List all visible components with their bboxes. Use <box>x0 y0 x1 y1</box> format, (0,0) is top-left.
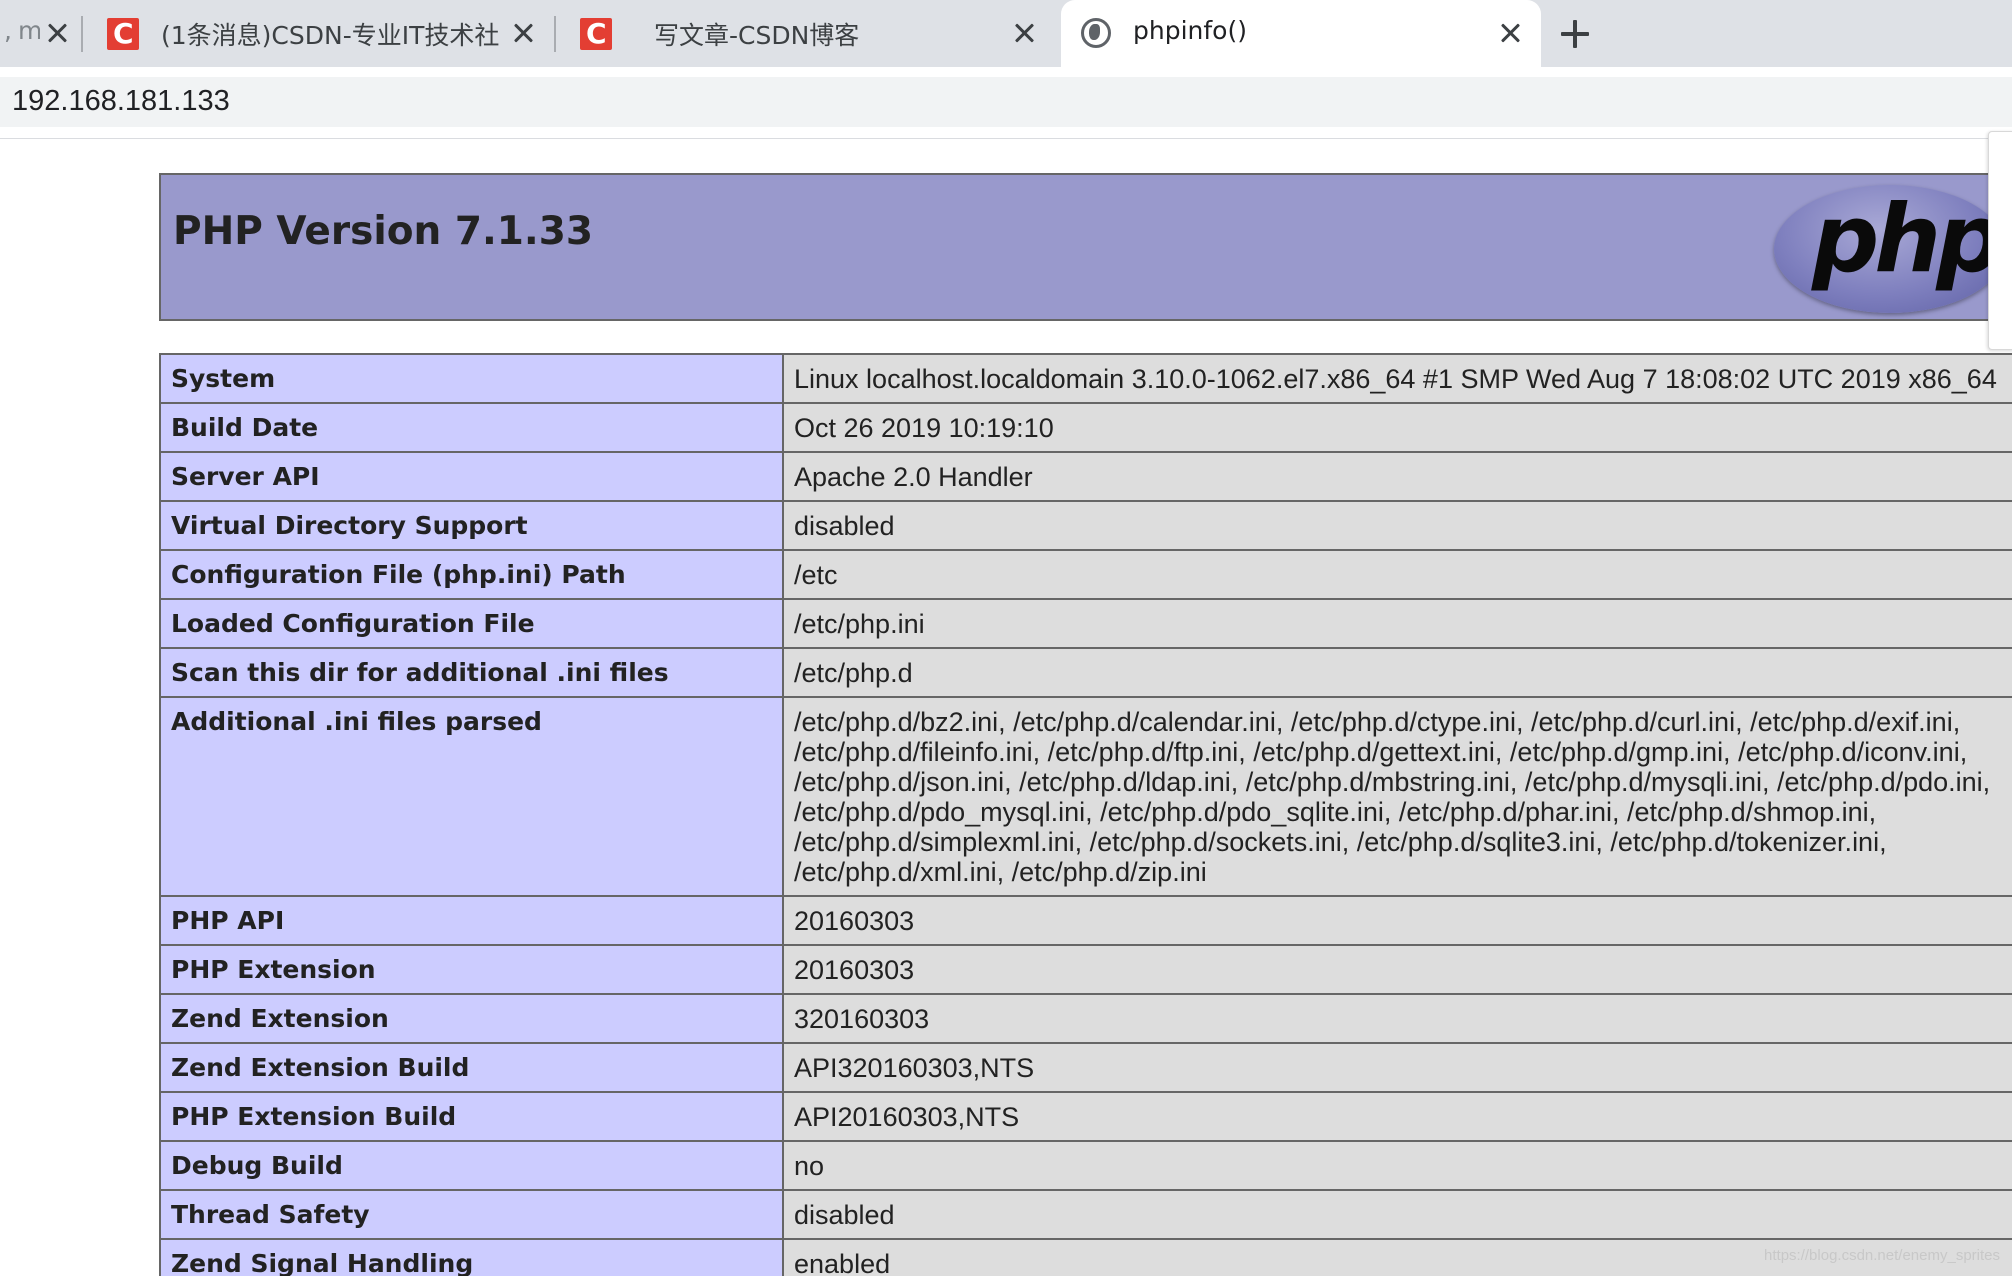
row-value: API320160303,NTS <box>782 1042 2012 1093</box>
plus-icon[interactable] <box>1555 14 1595 54</box>
row-value: Oct 26 2019 10:19:10 <box>782 402 2012 453</box>
row-value: /etc/php.d/bz2.ini, /etc/php.d/calendar.… <box>782 696 2012 897</box>
row-value-line: 20160303 <box>794 955 915 985</box>
info-table: System Linux localhost.localdomain 3.10.0… <box>159 353 2012 1276</box>
row-value: disabled <box>782 500 2012 551</box>
row-key: Additional .ini files parsed <box>159 696 784 897</box>
info-table-body: System Linux localhost.localdomain 3.10.0… <box>159 353 2012 1276</box>
row-key: Server API <box>159 451 784 502</box>
row-key: Virtual Directory Support <box>159 500 784 551</box>
page-title: PHP Version 7.1.33 <box>173 209 594 254</box>
table-row: Zend Extension Build API320160303,NTS <box>159 1042 2012 1093</box>
close-icon[interactable] <box>510 20 536 46</box>
row-value-line: /etc/php.d/json.ini, /etc/php.d/ldap.ini… <box>794 767 1991 797</box>
row-key: Zend Extension Build <box>159 1042 784 1093</box>
row-key: Zend Signal Handling <box>159 1238 784 1276</box>
row-value-line: 20160303 <box>794 906 915 936</box>
row-value-line: disabled <box>794 1200 895 1230</box>
csdn-icon <box>580 17 612 50</box>
table-row: System Linux localhost.localdomain 3.10.0… <box>159 353 2012 404</box>
table-row: Build Date Oct 26 2019 10:19:10 <box>159 402 2012 453</box>
php-logo-text: php <box>1812 185 2003 294</box>
tab-title: phpinfo() <box>1133 16 1247 45</box>
row-value: 20160303 <box>782 895 2012 946</box>
tab-truncated[interactable]: , ma <box>0 0 83 67</box>
watermark: https://blog.csdn.net/enemy_sprites <box>1764 1247 2000 1264</box>
row-value-line: /etc/php.d/bz2.ini, /etc/php.d/calendar.… <box>794 707 1961 737</box>
table-row: Debug Build no <box>159 1140 2012 1191</box>
row-key: Thread Safety <box>159 1189 784 1240</box>
row-key: PHP API <box>159 895 784 946</box>
toolbar: 192.168.181.133 <box>0 67 2012 134</box>
row-value: /etc/php.d <box>782 647 2012 698</box>
tab-phpinfo[interactable]: phpinfo() <box>1061 0 1541 67</box>
row-key: PHP Extension <box>159 944 784 995</box>
row-value-line: /etc/php.d/xml.ini, /etc/php.d/zip.ini <box>794 857 1207 887</box>
globe-icon <box>1081 18 1111 48</box>
row-value: Apache 2.0 Handler <box>782 451 2012 502</box>
table-row: Zend Signal Handling enabled <box>159 1238 2012 1276</box>
row-key: Zend Extension <box>159 993 784 1044</box>
table-row: Zend Extension 320160303 <box>159 993 2012 1044</box>
address-url[interactable]: 192.168.181.133 <box>12 85 230 118</box>
row-value: 320160303 <box>782 993 2012 1044</box>
row-value: no <box>782 1140 2012 1191</box>
row-value: /etc/php.ini <box>782 598 2012 649</box>
close-icon[interactable] <box>1497 20 1523 46</box>
row-value-line: no <box>794 1151 825 1181</box>
table-row: Scan this dir for additional .ini files /… <box>159 647 2012 698</box>
row-value: 20160303 <box>782 944 2012 995</box>
tab-csdn-write[interactable]: 写文章-CSDN博客 <box>556 0 1061 67</box>
row-key: Debug Build <box>159 1140 784 1191</box>
table-row: Thread Safety disabled <box>159 1189 2012 1240</box>
row-value-line: disabled <box>794 511 895 541</box>
table-row: Server API Apache 2.0 Handler <box>159 451 2012 502</box>
row-value-line: /etc/php.d/fileinfo.ini, /etc/php.d/ftp.… <box>794 737 1968 767</box>
row-value-line: API20160303,NTS <box>794 1102 1020 1132</box>
row-value-line: /etc/php.d/simplexml.ini, /etc/php.d/soc… <box>794 827 1887 857</box>
address-bar[interactable]: 192.168.181.133 <box>0 77 2012 127</box>
row-value-line: /etc/php.ini <box>794 609 925 639</box>
table-row: Configuration File (php.ini) Path/etc <box>159 549 2012 600</box>
table-row: Virtual Directory Support disabled <box>159 500 2012 551</box>
row-value-line: API320160303,NTS <box>794 1053 1035 1083</box>
row-key: Scan this dir for additional .ini files <box>159 647 784 698</box>
table-row: PHP Extension Build API20160303,NTS <box>159 1091 2012 1142</box>
tab-title: ma <box>18 16 40 45</box>
tab-csdn-home[interactable]: (1条消息)CSDN-专业IT技术社区 <box>83 0 556 67</box>
table-row: PHP Extension 20160303 <box>159 944 2012 995</box>
row-value: disabled <box>782 1189 2012 1240</box>
row-value-line: Apache 2.0 Handler <box>794 462 1033 492</box>
close-icon[interactable] <box>1011 20 1037 46</box>
row-value-line: 320160303 <box>794 1004 930 1034</box>
row-value-line: /etc/php.d <box>794 658 913 688</box>
row-value-line: /etc/php.d/pdo_mysql.ini, /etc/php.d/pdo… <box>794 797 1877 827</box>
row-key: Configuration File (php.ini) Path <box>159 549 784 600</box>
row-value-line: Oct 26 2019 10:19:10 <box>794 413 1054 443</box>
php-logo[interactable]: php <box>1774 185 2006 313</box>
overlay-panel-edge <box>1988 131 2012 350</box>
php-version-header: PHP Version 7.1.33 php <box>159 173 2012 321</box>
close-icon[interactable] <box>44 20 70 46</box>
table-row: Loaded Configuration File/etc/php.ini <box>159 598 2012 649</box>
tab-strip: , ma (1条消息)CSDN-专业IT技术社区 写文章-CSDN博客 phpi… <box>0 0 2012 67</box>
row-value: /etc <box>782 549 2012 600</box>
row-key: Build Date <box>159 402 784 453</box>
row-key: Loaded Configuration File <box>159 598 784 649</box>
csdn-icon <box>107 17 139 50</box>
table-row: PHP API 20160303 <box>159 895 2012 946</box>
row-key: System <box>159 353 784 404</box>
table-row: Additional .ini files parsed/etc/php.d/b… <box>159 696 2012 897</box>
toolbar-divider <box>0 138 2012 139</box>
row-value-line: Linux localhost.localdomain 3.10.0-1062.… <box>794 364 1997 394</box>
row-value: API20160303,NTS <box>782 1091 2012 1142</box>
row-value: Linux localhost.localdomain 3.10.0-1062.… <box>782 353 2012 404</box>
row-value-line: /etc <box>794 560 838 590</box>
row-key: PHP Extension Build <box>159 1091 784 1142</box>
tab-title: (1条消息)CSDN-专业IT技术社区 <box>161 21 501 50</box>
tab-title: 写文章-CSDN博客 <box>654 21 860 50</box>
